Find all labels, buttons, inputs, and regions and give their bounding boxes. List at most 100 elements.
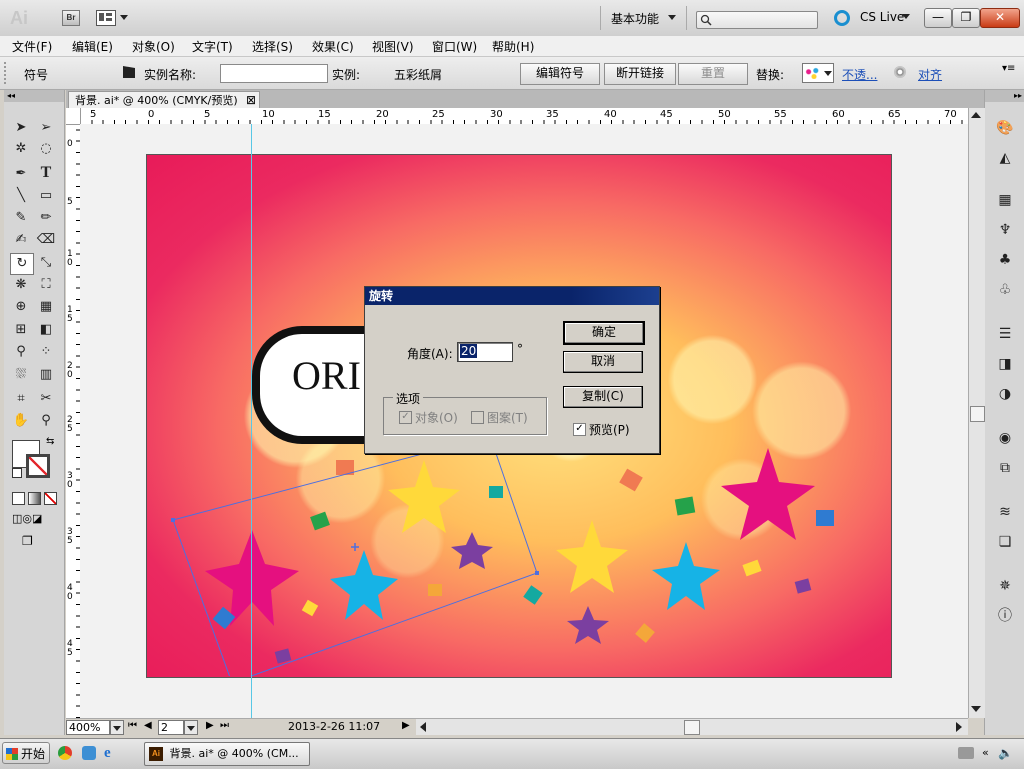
app-shortcut-icon[interactable] xyxy=(82,746,96,760)
graphic-styles-icon[interactable]: ♧ xyxy=(995,280,1015,300)
mesh-tool-icon[interactable]: ⊞ xyxy=(10,320,32,340)
artboard-tool-icon[interactable]: ⌗ xyxy=(10,389,32,409)
symbol-sprayer-tool-icon[interactable]: ⛆ xyxy=(10,365,32,385)
perspective-grid-tool-icon[interactable]: ▦ xyxy=(35,297,57,317)
vertical-scroll-thumb[interactable] xyxy=(970,406,985,422)
gradient-tool-icon[interactable]: ◧ xyxy=(35,320,57,340)
swatches-panel-icon[interactable]: ▦ xyxy=(995,190,1015,210)
ok-button[interactable]: 确定 xyxy=(563,321,645,345)
column-graph-tool-icon[interactable]: ▥ xyxy=(35,365,57,385)
color-panel-icon[interactable]: 🎨 xyxy=(995,118,1015,138)
horizontal-scroll-thumb[interactable] xyxy=(684,720,700,735)
workspace-switcher[interactable]: 基本功能 xyxy=(611,10,659,27)
drawing-mode-icon[interactable]: ◫◎◪ xyxy=(12,512,52,526)
status-menu-icon[interactable]: ▶ xyxy=(402,720,410,731)
layers-panel-icon[interactable]: ≋ xyxy=(995,502,1015,522)
panel-menu-icon[interactable]: ▾≡ xyxy=(1002,63,1015,74)
default-colors-icon[interactable] xyxy=(12,468,22,478)
screen-mode-icon[interactable]: ❐ xyxy=(22,534,46,548)
menu-help[interactable]: 帮助(H) xyxy=(492,38,534,55)
objects-checkbox[interactable]: ✓ xyxy=(399,411,412,424)
tray-expand-icon[interactable]: « xyxy=(982,746,989,759)
stroke-panel-icon[interactable]: ☰ xyxy=(995,324,1015,344)
recolor-icon[interactable] xyxy=(894,66,906,78)
reset-button[interactable]: 重置 xyxy=(678,63,748,85)
align-link[interactable]: 对齐 xyxy=(918,66,942,83)
eyedropper-tool-icon[interactable]: ⚲ xyxy=(10,342,32,362)
rotate-tool-icon[interactable]: ↻ xyxy=(10,253,34,275)
color-mode-icon[interactable] xyxy=(12,492,25,505)
slice-tool-icon[interactable]: ✂ xyxy=(35,389,57,409)
scale-tool-icon[interactable]: ⤡ xyxy=(35,253,57,273)
vertical-scrollbar[interactable] xyxy=(968,108,985,718)
edit-symbol-button[interactable]: 编辑符号 xyxy=(520,63,600,85)
horizontal-scrollbar[interactable] xyxy=(416,718,968,735)
menu-object[interactable]: 对象(O) xyxy=(132,38,175,55)
menu-view[interactable]: 视图(V) xyxy=(372,38,414,55)
copy-button[interactable]: 复制(C) xyxy=(563,386,643,408)
chrome-icon[interactable] xyxy=(58,746,72,760)
cslive-button[interactable]: CS Live xyxy=(860,10,904,24)
keyboard-tray-icon[interactable] xyxy=(958,747,974,759)
bridge-button[interactable]: Br xyxy=(62,10,80,26)
scroll-down-icon[interactable] xyxy=(971,706,981,712)
help-search-input[interactable] xyxy=(696,11,818,29)
selection-tool-icon[interactable]: ➤ xyxy=(10,118,32,138)
color-guide-icon[interactable]: ◭ xyxy=(995,148,1015,168)
replace-symbol-dropdown[interactable] xyxy=(802,63,834,83)
ie-icon[interactable]: e xyxy=(104,745,111,762)
preview-checkbox[interactable]: ✓ xyxy=(573,423,586,436)
zoom-dropdown[interactable] xyxy=(110,720,124,735)
arrange-documents-icon[interactable] xyxy=(96,10,116,26)
minimize-button[interactable]: — xyxy=(924,8,952,28)
magic-wand-tool-icon[interactable]: ✲ xyxy=(10,139,32,159)
close-tab-icon[interactable]: ⊠ xyxy=(246,92,256,109)
cslive-dropdown-icon[interactable] xyxy=(902,14,910,19)
none-mode-icon[interactable] xyxy=(44,492,57,505)
rectangle-tool-icon[interactable]: ▭ xyxy=(35,186,57,206)
menu-file[interactable]: 文件(F) xyxy=(12,38,52,55)
artboards-panel-icon[interactable]: ❏ xyxy=(995,532,1015,552)
menu-effect[interactable]: 效果(C) xyxy=(312,38,354,55)
navigator-panel-icon[interactable]: ✵ xyxy=(995,576,1015,596)
next-artboard-icon[interactable]: ▶ xyxy=(206,720,214,731)
prev-artboard-icon[interactable]: ◀ xyxy=(144,720,152,731)
pencil-tool-icon[interactable]: ✏ xyxy=(35,208,57,228)
swap-colors-icon[interactable]: ⇆ xyxy=(46,436,54,447)
break-link-button[interactable]: 断开链接 xyxy=(604,63,676,85)
warp-tool-icon[interactable]: ❋ xyxy=(10,275,32,295)
restore-button[interactable]: ❐ xyxy=(952,8,980,28)
vertical-guide[interactable] xyxy=(251,124,252,718)
angle-input[interactable]: 20 xyxy=(457,342,513,362)
instance-name-field[interactable] xyxy=(220,64,328,83)
blob-brush-tool-icon[interactable]: ✍ xyxy=(10,230,32,250)
pen-tool-icon[interactable]: ✒ xyxy=(10,164,32,184)
pattern-checkbox[interactable] xyxy=(471,411,484,424)
artboard-dropdown[interactable] xyxy=(184,720,198,735)
artboard-number-field[interactable]: 2 xyxy=(158,720,184,735)
expand-dock-icon[interactable]: ▸▸ xyxy=(985,90,1024,102)
opacity-link[interactable]: 不透... xyxy=(842,66,877,83)
ruler-origin[interactable] xyxy=(66,108,81,125)
lasso-tool-icon[interactable]: ◌ xyxy=(35,139,57,159)
last-artboard-icon[interactable]: ⏭ xyxy=(220,720,229,731)
hand-tool-icon[interactable]: ✋ xyxy=(10,411,32,431)
zoom-field[interactable]: 400% xyxy=(66,720,110,735)
gradient-panel-icon[interactable]: ◨ xyxy=(995,354,1015,374)
blend-tool-icon[interactable]: ⁘ xyxy=(35,342,57,362)
paintbrush-tool-icon[interactable]: ✎ xyxy=(10,208,32,228)
stroke-swatch[interactable] xyxy=(26,454,50,478)
line-tool-icon[interactable]: ╲ xyxy=(10,186,32,206)
brushes-panel-icon[interactable]: ♆ xyxy=(995,220,1015,240)
document-tab[interactable]: 背景. ai* @ 400% (CMYK/预览) ⊠ xyxy=(68,91,260,109)
eraser-tool-icon[interactable]: ⌫ xyxy=(35,230,57,250)
menu-edit[interactable]: 编辑(E) xyxy=(72,38,113,55)
arrange-dropdown-icon[interactable] xyxy=(120,15,128,20)
close-button[interactable]: ✕ xyxy=(980,8,1020,28)
menu-select[interactable]: 选择(S) xyxy=(252,38,293,55)
first-artboard-icon[interactable]: ⏮ xyxy=(128,720,137,731)
collapse-panel-icon[interactable]: ◂◂ xyxy=(4,90,64,102)
align-panel-icon[interactable]: ⧉ xyxy=(995,458,1015,478)
cancel-button[interactable]: 取消 xyxy=(563,351,643,373)
control-bar-grip[interactable] xyxy=(4,62,10,84)
